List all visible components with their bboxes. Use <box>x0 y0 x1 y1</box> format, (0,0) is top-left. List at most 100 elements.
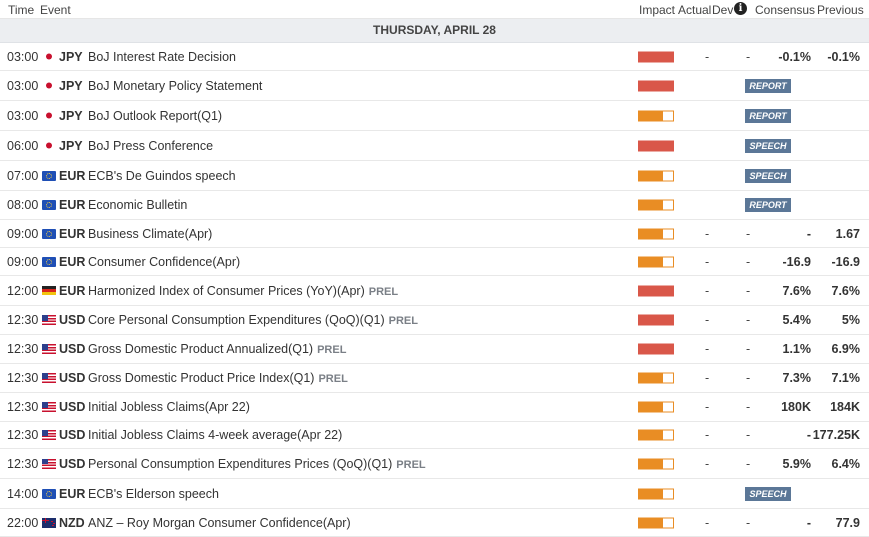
event-actual: - <box>705 342 710 356</box>
event-name[interactable]: Harmonized Index of Consumer Prices (YoY… <box>88 284 398 298</box>
event-dev: - <box>746 283 751 298</box>
event-name[interactable]: Core Personal Consumption Expenditures (… <box>88 313 418 327</box>
event-title: Consumer Confidence(Apr) <box>88 254 241 269</box>
event-actual: - <box>705 283 710 298</box>
event-name[interactable]: Initial Jobless Claims(Apr 22) <box>88 400 250 414</box>
event-row[interactable]: 22:00 NZD ANZ – Roy Morgan Consumer Confid… <box>0 509 869 537</box>
event-actual: - <box>705 313 710 327</box>
event-previous: 7.6% <box>831 283 861 298</box>
event-name[interactable]: Initial Jobless Claims 4-week average(Ap… <box>88 428 342 442</box>
event-time: 09:00 <box>7 254 39 269</box>
event-currency: JPY <box>59 49 83 64</box>
report-badge[interactable]: REPORT <box>745 198 791 212</box>
event-row[interactable]: 12:30 USD Initial Jobless Claims(Apr 22) - -… <box>0 393 869 422</box>
event-row[interactable]: 03:00 JPY BoJ Monetary Policy Statement REP… <box>0 71 869 101</box>
event-name[interactable]: ECB's De Guindos speech <box>88 169 236 183</box>
event-name[interactable]: Personal Consumption Expenditures Prices… <box>88 457 426 471</box>
impact-bar <box>638 170 674 181</box>
info-icon[interactable]: i <box>734 2 747 15</box>
event-actual: - <box>705 254 710 269</box>
event-row[interactable]: 12:30 USD Initial Jobless Claims 4-week av… <box>0 422 869 449</box>
event-name[interactable]: BoJ Interest Rate Decision <box>88 50 236 64</box>
event-row[interactable]: 12:30 USD Gross Domestic Product Annualize… <box>0 335 869 364</box>
event-currency: EUR <box>59 486 86 501</box>
impact-bar <box>638 458 674 469</box>
event-title: BoJ Interest Rate Decision <box>88 49 236 64</box>
header-time: Time <box>8 3 35 17</box>
impact-bar <box>638 517 674 528</box>
impact-bar <box>638 429 674 441</box>
event-consensus: -0.1% <box>778 49 811 64</box>
speech-badge[interactable]: SPEECH <box>745 138 791 153</box>
report-badge[interactable]: REPORT <box>745 108 791 123</box>
speech-badge[interactable]: SPEECH <box>745 486 791 501</box>
event-name[interactable]: ECB's Elderson speech <box>88 487 219 501</box>
event-name[interactable]: BoJ Press Conference <box>88 139 213 153</box>
report-badge[interactable]: REPORT <box>745 78 791 93</box>
event-row[interactable]: 03:00 JPY BoJ Interest Rate Decision - - -0.1… <box>0 43 869 71</box>
event-row[interactable]: 09:00 EUR Business Climate(Apr) - - - 1.67 <box>0 220 869 248</box>
prel-tag: PREL <box>368 285 399 298</box>
event-time: 14:00 <box>7 486 39 501</box>
event-currency: EUR <box>59 226 86 241</box>
event-time: 03:00 <box>7 78 39 93</box>
event-row[interactable]: 09:00 EUR Consumer Confidence(Apr) - - -16.9 -… <box>0 248 869 276</box>
event-actual: - <box>705 49 710 64</box>
event-actual: - <box>705 428 710 442</box>
event-name[interactable]: Economic Bulletin <box>88 198 187 212</box>
event-row[interactable]: 03:00 JPY BoJ Outlook Report(Q1) REPORT <box>0 101 869 131</box>
impact-bar <box>638 488 674 499</box>
event-actual: - <box>705 226 710 241</box>
usa-flag-icon <box>42 458 56 469</box>
event-currency: USD <box>59 400 86 414</box>
usa-flag-icon <box>42 430 56 440</box>
event-row[interactable]: 12:30 USD Gross Domestic Product Price Ind… <box>0 364 869 393</box>
event-row[interactable]: 12:30 USD Personal Consumption Expenditure… <box>0 449 869 479</box>
event-actual: - <box>705 400 710 414</box>
event-previous: 6.4% <box>831 456 861 471</box>
event-currency: EUR <box>59 283 86 298</box>
event-title: Economic Bulletin <box>88 198 188 212</box>
event-currency: USD <box>59 342 86 356</box>
event-title: Personal Consumption Expenditures Prices… <box>88 456 393 471</box>
event-previous: -16.9 <box>831 254 861 269</box>
eu-flag-icon <box>42 228 56 239</box>
event-row[interactable]: 14:00 EUR ECB's Elderson speech SPEECH <box>0 479 869 509</box>
day-header: THURSDAY, APRIL 28 <box>0 19 869 43</box>
event-time: 12:30 <box>7 428 39 442</box>
event-row[interactable]: 12:00 EUR Harmonized Index of Consumer Pri… <box>0 276 869 306</box>
event-dev: - <box>746 456 751 471</box>
impact-bar <box>638 343 674 355</box>
event-name[interactable]: Gross Domestic Product Annualized(Q1) PRE… <box>88 342 346 356</box>
event-row[interactable]: 07:00 EUR ECB's De Guindos speech SPEECH <box>0 161 869 191</box>
event-row[interactable]: 12:30 USD Core Personal Consumption Expend… <box>0 306 869 335</box>
impact-bar <box>638 228 674 239</box>
header-impact: Impact <box>639 3 676 17</box>
event-name[interactable]: Consumer Confidence(Apr) <box>88 255 240 269</box>
event-consensus: 7.6% <box>782 283 812 298</box>
event-time: 08:00 <box>7 198 39 212</box>
event-title: BoJ Press Conference <box>88 138 214 153</box>
impact-bar <box>638 285 674 296</box>
event-name[interactable]: Gross Domestic Product Price Index(Q1) PR… <box>88 371 348 385</box>
event-currency: EUR <box>59 254 86 269</box>
event-consensus: 5.9% <box>782 456 812 471</box>
event-time: 12:00 <box>7 283 39 298</box>
event-actual: - <box>705 371 710 385</box>
japan-flag-icon <box>42 80 56 91</box>
event-row[interactable]: 08:00 EUR Economic Bulletin REPORT <box>0 191 869 220</box>
event-title: Harmonized Index of Consumer Prices (YoY… <box>88 283 365 298</box>
event-name[interactable]: BoJ Monetary Policy Statement <box>88 79 262 93</box>
speech-badge[interactable]: SPEECH <box>745 168 791 183</box>
impact-bar <box>638 401 674 413</box>
event-row[interactable]: 06:00 JPY BoJ Press Conference SPEECH <box>0 131 869 161</box>
event-time: 06:00 <box>7 138 39 153</box>
event-name[interactable]: Business Climate(Apr) <box>88 227 212 241</box>
prel-tag: PREL <box>388 315 418 327</box>
event-name[interactable]: BoJ Outlook Report(Q1) <box>88 109 222 123</box>
event-dev: - <box>746 49 751 64</box>
japan-flag-icon <box>42 110 56 121</box>
prel-tag: PREL <box>317 344 347 356</box>
event-currency: JPY <box>59 138 83 153</box>
event-title: BoJ Outlook Report(Q1) <box>88 108 223 123</box>
